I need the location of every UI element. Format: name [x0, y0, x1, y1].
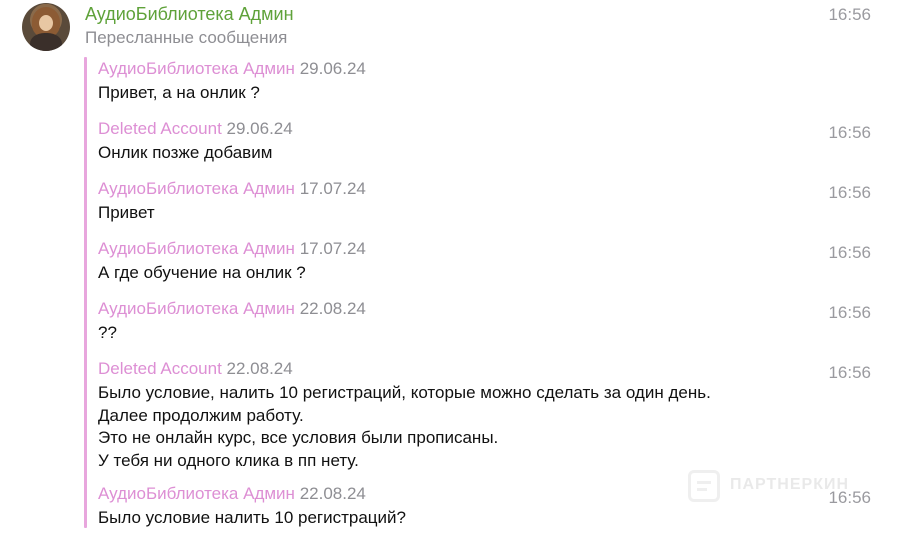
message-line: Было условие налить 10 регистраций? — [98, 508, 406, 527]
message-text[interactable]: Было условие, налить 10 регистраций, кот… — [98, 382, 711, 472]
message-author[interactable]: АудиоБиблиотека Админ — [98, 59, 295, 78]
forwarded-message: АудиоБиблиотека Админ 22.08.24 ?? — [98, 298, 366, 345]
message-line: Привет — [98, 203, 155, 222]
message-date: 22.08.24 — [226, 359, 293, 378]
avatar-face — [39, 15, 53, 31]
chat-bubble-icon — [688, 470, 720, 502]
message-header: АудиоБиблиотека Админ 22.08.24 — [98, 483, 406, 505]
message-line: Привет, а на онлик ? — [98, 83, 260, 102]
message-date: 29.06.24 — [226, 119, 293, 138]
message-text[interactable]: ?? — [98, 322, 366, 345]
message-header: АудиоБиблиотека Админ 29.06.24 — [98, 58, 366, 80]
message-line: А где обучение на онлик ? — [98, 263, 306, 282]
message-date: 22.08.24 — [299, 299, 366, 318]
message-time: 16:56 — [828, 363, 871, 382]
forwarded-message: Deleted Account 29.06.24 Онлик позже доб… — [98, 118, 293, 165]
message-line: Было условие, налить 10 регистраций, кот… — [98, 383, 711, 402]
forwarded-message: АудиоБиблиотека Админ 17.07.24 Привет — [98, 178, 366, 225]
message-header: АудиоБиблиотека Админ 17.07.24 — [98, 238, 366, 260]
avatar[interactable] — [22, 3, 70, 51]
message-text[interactable]: Онлик позже добавим — [98, 142, 293, 165]
message-author[interactable]: Deleted Account — [98, 119, 222, 138]
message-text[interactable]: Было условие налить 10 регистраций? — [98, 507, 406, 530]
watermark-text: ПАРТНЕРКИН — [730, 476, 850, 493]
message-header: Deleted Account 22.08.24 — [98, 358, 711, 380]
chat-page: АудиоБиблиотека Админ Пересланные сообще… — [0, 0, 900, 542]
message-author[interactable]: АудиоБиблиотека Админ — [98, 484, 295, 503]
message-author[interactable]: АудиоБиблиотека Админ — [98, 179, 295, 198]
forwarded-message: АудиоБиблиотека Админ 17.07.24 А где обу… — [98, 238, 366, 285]
message-text[interactable]: А где обучение на онлик ? — [98, 262, 366, 285]
watermark: ПАРТНЕРКИН — [688, 468, 868, 508]
forwarded-message: Deleted Account 22.08.24 Было условие, н… — [98, 358, 711, 472]
message-header: Deleted Account 29.06.24 — [98, 118, 293, 140]
avatar-body — [30, 33, 62, 51]
message-text[interactable]: Привет, а на онлик ? — [98, 82, 366, 105]
message-line: Далее продолжим работу. — [98, 405, 304, 425]
message-author[interactable]: АудиоБиблиотека Админ — [98, 239, 295, 258]
message-text[interactable]: Привет — [98, 202, 366, 225]
message-line: У тебя ни одного клика в пп нету. — [98, 450, 359, 470]
forwarded-message: АудиоБиблиотека Админ 29.06.24 Привет, а… — [98, 58, 366, 105]
message-time: 16:56 — [828, 303, 871, 322]
forward-bar — [84, 57, 87, 528]
message-header: АудиоБиблиотека Админ 22.08.24 — [98, 298, 366, 320]
forwarded-message: АудиоБиблиотека Админ 22.08.24 Было усло… — [98, 483, 406, 530]
sender-name[interactable]: АудиоБиблиотека Админ — [85, 4, 294, 25]
message-author[interactable]: Deleted Account — [98, 359, 222, 378]
message-time: 16:56 — [828, 183, 871, 202]
message-date: 22.08.24 — [299, 484, 366, 503]
message-date: 29.06.24 — [299, 59, 366, 78]
message-line: Это не онлайн курс, все условия были про… — [98, 428, 499, 447]
message-time: 16:56 — [828, 123, 871, 142]
message-time: 16:56 — [828, 243, 871, 262]
message-author[interactable]: АудиоБиблиотека Админ — [98, 299, 295, 318]
forwarded-messages-label: Пересланные сообщения — [85, 28, 288, 47]
message-line: Онлик позже добавим — [98, 143, 273, 162]
message-header: АудиоБиблиотека Админ 17.07.24 — [98, 178, 366, 200]
message-time: 16:56 — [828, 5, 871, 24]
message-date: 17.07.24 — [299, 239, 366, 258]
message-line: ?? — [98, 323, 117, 342]
message-date: 17.07.24 — [299, 179, 366, 198]
